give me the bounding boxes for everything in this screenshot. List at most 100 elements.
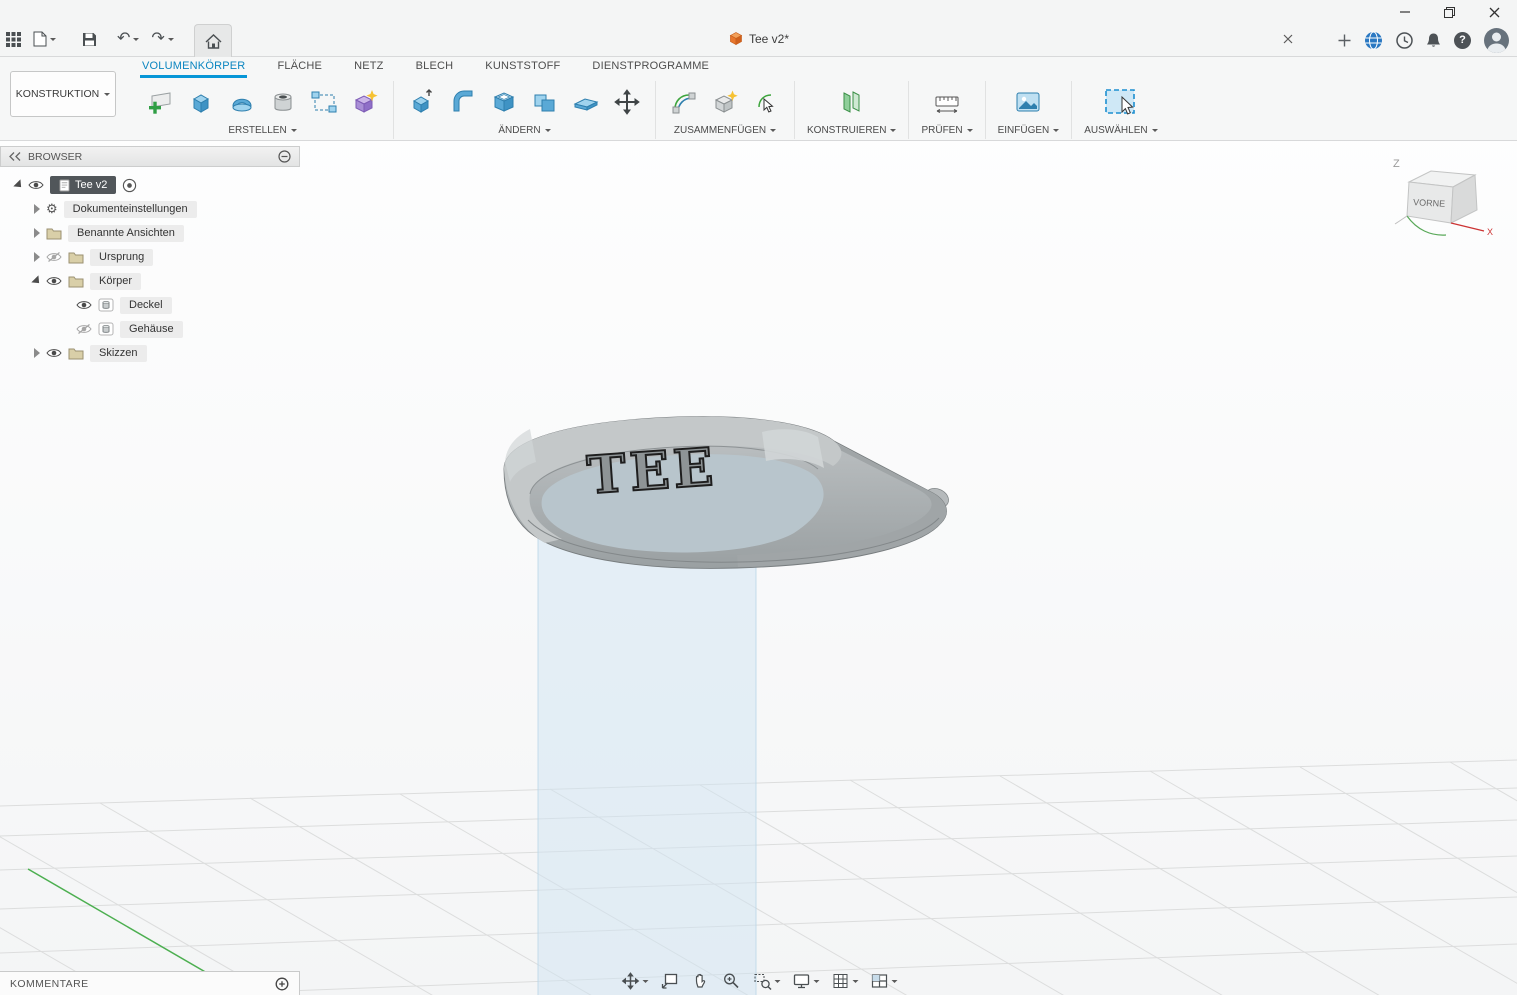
- visibility-eye-icon[interactable]: [46, 275, 62, 287]
- construction-plane-button[interactable]: [836, 86, 868, 118]
- tree-item-label[interactable]: Körper: [90, 273, 141, 290]
- group-label-pruefen[interactable]: PRÜFEN: [921, 125, 972, 136]
- group-label-erstellen[interactable]: ERSTELLEN: [228, 125, 296, 136]
- user-avatar[interactable]: [1484, 28, 1509, 53]
- revolve-button[interactable]: [226, 86, 258, 118]
- tree-row-named-views[interactable]: Benannte Ansichten: [0, 221, 300, 245]
- tab-flaeche[interactable]: FLÄCHE: [275, 60, 324, 78]
- notifications-button[interactable]: [1426, 32, 1441, 49]
- tree-item-label[interactable]: Dokumenteinstellungen: [64, 201, 197, 218]
- document-tab[interactable]: Tee v2*: [728, 31, 789, 46]
- close-document-button[interactable]: [1283, 34, 1293, 44]
- rectangular-pattern-button[interactable]: [308, 86, 340, 118]
- extensions-button[interactable]: [1364, 31, 1383, 50]
- joint-button[interactable]: [668, 86, 700, 118]
- clock-icon: [1396, 32, 1413, 49]
- fillet-button[interactable]: [447, 86, 479, 118]
- browser-header[interactable]: BROWSER: [0, 146, 300, 167]
- grid-menu-icon: [6, 32, 21, 47]
- tree-item-label[interactable]: Skizzen: [90, 345, 147, 362]
- extrude-button[interactable]: [185, 86, 217, 118]
- tree-row-sketches[interactable]: Skizzen: [0, 341, 300, 365]
- look-at-tool[interactable]: [657, 969, 681, 993]
- tree-row-document-settings[interactable]: ⚙ Dokumenteinstellungen: [0, 197, 300, 221]
- viewports-tool[interactable]: [867, 969, 899, 993]
- display-settings-tool[interactable]: [789, 969, 821, 993]
- save-button[interactable]: [82, 32, 97, 47]
- undo-button[interactable]: ↶: [117, 32, 139, 46]
- combine-button[interactable]: [529, 86, 561, 118]
- home-tab[interactable]: [194, 24, 232, 57]
- root-component-chip[interactable]: Tee v2: [50, 176, 116, 194]
- minimize-button[interactable]: [1382, 0, 1427, 24]
- press-pull-button[interactable]: [406, 86, 438, 118]
- tree-item-label[interactable]: Benannte Ansichten: [68, 225, 184, 242]
- shell-button[interactable]: [488, 86, 520, 118]
- insert-image-button[interactable]: [1012, 86, 1044, 118]
- pan-tool[interactable]: [688, 969, 712, 993]
- workspace-selector[interactable]: KONSTRUKTION: [10, 71, 116, 117]
- comments-bar[interactable]: KOMMENTARE: [0, 971, 300, 995]
- tree-row-body-gehaeuse[interactable]: Gehäuse: [0, 317, 300, 341]
- visibility-eye-off-icon[interactable]: [76, 323, 92, 335]
- visibility-eye-icon[interactable]: [76, 299, 92, 311]
- visibility-eye-off-icon[interactable]: [46, 251, 62, 263]
- expander-icon[interactable]: [34, 204, 40, 214]
- tab-blech[interactable]: BLECH: [414, 60, 456, 78]
- tree-item-label[interactable]: Deckel: [120, 297, 172, 314]
- expander-icon[interactable]: [34, 348, 40, 358]
- file-menu[interactable]: [33, 31, 56, 47]
- group-label-zusammenfuegen[interactable]: ZUSAMMENFÜGEN: [674, 125, 776, 136]
- job-status-button[interactable]: [1396, 32, 1413, 49]
- comments-label: KOMMENTARE: [10, 978, 275, 990]
- visibility-eye-icon[interactable]: [46, 347, 62, 359]
- close-window-button[interactable]: [1472, 0, 1517, 24]
- as-built-joint-button[interactable]: [750, 86, 782, 118]
- tab-volumenkoerper[interactable]: VOLUMENKÖRPER: [140, 60, 247, 78]
- collapse-panel-icon[interactable]: [9, 152, 21, 161]
- group-aendern: ÄNDERN: [393, 81, 655, 139]
- move-copy-button[interactable]: [611, 86, 643, 118]
- help-button[interactable]: ?: [1454, 32, 1471, 49]
- group-label-auswaehlen[interactable]: AUSWÄHLEN: [1084, 125, 1157, 136]
- visibility-eye-icon[interactable]: [28, 179, 44, 191]
- create-sketch-button[interactable]: [144, 86, 176, 118]
- home-icon: [205, 34, 222, 49]
- tree-row-body-deckel[interactable]: Deckel: [0, 293, 300, 317]
- tree-item-label[interactable]: Ursprung: [90, 249, 153, 266]
- orbit-tool[interactable]: [618, 969, 650, 993]
- expander-icon[interactable]: [34, 228, 40, 238]
- tree-row-bodies[interactable]: Körper: [0, 269, 300, 293]
- expander-icon[interactable]: [13, 179, 24, 190]
- group-label-aendern[interactable]: ÄNDERN: [498, 125, 550, 136]
- activate-component-radio[interactable]: [122, 178, 137, 193]
- tree-row-root-component[interactable]: Tee v2: [0, 173, 300, 197]
- select-button[interactable]: [1102, 83, 1140, 121]
- new-document-button[interactable]: [1338, 34, 1351, 47]
- tab-netz[interactable]: NETZ: [352, 60, 386, 78]
- hole-button[interactable]: [267, 86, 299, 118]
- expander-icon[interactable]: [31, 275, 42, 286]
- move-icon: [612, 87, 642, 117]
- zoom-window-tool[interactable]: [750, 969, 782, 993]
- expander-icon[interactable]: [34, 252, 40, 262]
- offset-face-button[interactable]: [570, 86, 602, 118]
- grid-snaps-tool[interactable]: [828, 969, 860, 993]
- measure-button[interactable]: [931, 86, 963, 118]
- viewcube[interactable]: Z VORNE X: [1387, 150, 1499, 246]
- new-component-button[interactable]: [709, 86, 741, 118]
- minimize-panel-icon[interactable]: [278, 150, 291, 163]
- restore-button[interactable]: [1427, 0, 1472, 24]
- tab-kunststoff[interactable]: KUNSTSTOFF: [483, 60, 562, 78]
- group-label-konstruieren[interactable]: KONSTRUIEREN: [807, 125, 896, 136]
- tree-row-origin[interactable]: Ursprung: [0, 245, 300, 269]
- tree-item-label[interactable]: Gehäuse: [120, 321, 183, 338]
- data-panel-toggle[interactable]: [6, 32, 21, 47]
- root-component-label: Tee v2: [75, 179, 107, 191]
- tab-dienstprogramme[interactable]: DIENSTPROGRAMME: [590, 60, 711, 78]
- zoom-tool[interactable]: [719, 969, 743, 993]
- redo-button[interactable]: ↷: [151, 32, 173, 46]
- comments-toggle-icon[interactable]: [275, 977, 289, 991]
- create-form-button[interactable]: [349, 86, 381, 118]
- group-label-einfuegen[interactable]: EINFÜGEN: [998, 125, 1060, 136]
